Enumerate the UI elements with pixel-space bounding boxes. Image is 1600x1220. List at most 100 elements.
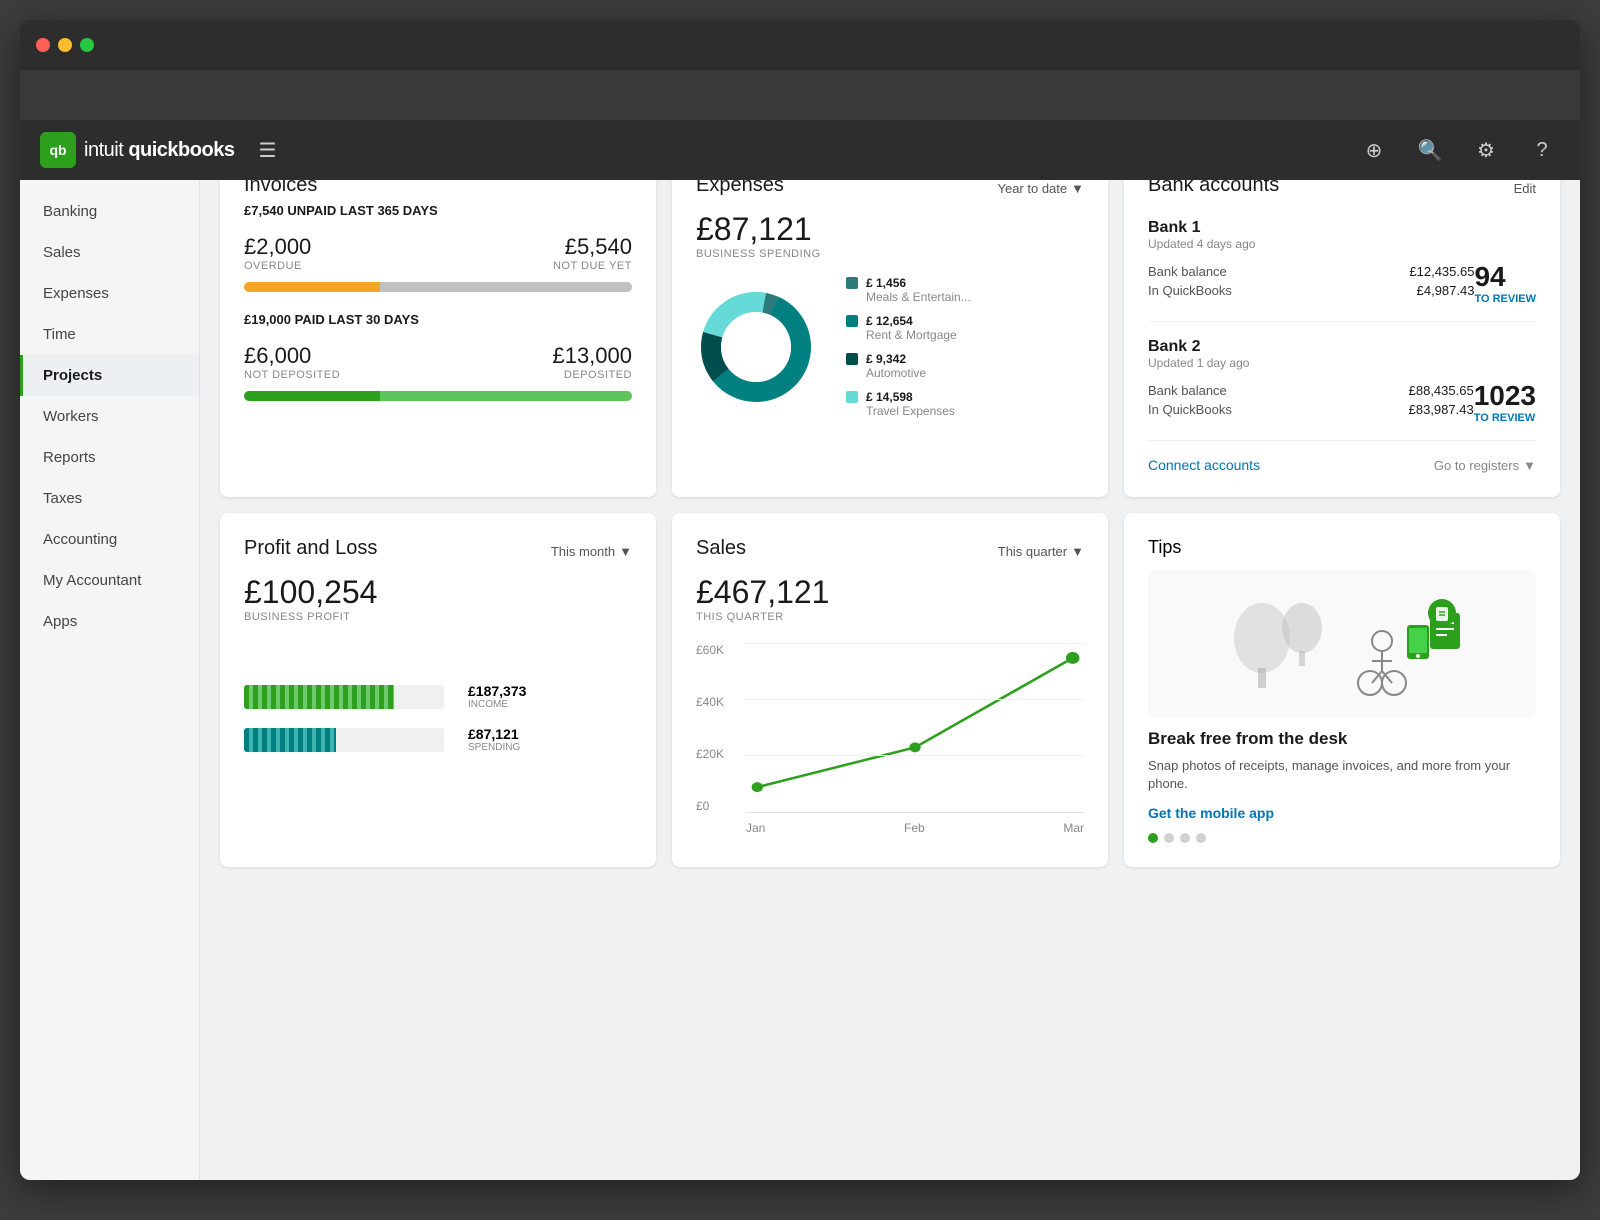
sales-header: Sales This quarter ▼ xyxy=(696,537,1084,566)
bank1-review-label[interactable]: TO REVIEW xyxy=(1474,293,1536,305)
tip-dot-3[interactable] xyxy=(1180,833,1190,843)
settings-icon[interactable]: ⚙ xyxy=(1468,132,1504,168)
bank2-review-count: 1023 xyxy=(1474,380,1536,412)
pnl-profit-label: BUSINESS PROFIT xyxy=(244,611,632,623)
sales-card: Sales This quarter ▼ £467,121 THIS QUART… xyxy=(672,513,1108,867)
deposited-bar-fill xyxy=(380,391,632,401)
unpaid-label: £7,540 UNPAID LAST 365 DAYS xyxy=(244,203,632,218)
sidebar-item-sales[interactable]: Sales xyxy=(20,232,199,273)
help-icon[interactable]: ? xyxy=(1524,132,1560,168)
not-deposited-bar-fill xyxy=(244,391,380,401)
sidebar-item-projects[interactable]: Projects xyxy=(20,355,199,396)
sidebar-item-taxes[interactable]: Taxes xyxy=(20,478,199,519)
expenses-sublabel: BUSINESS SPENDING xyxy=(696,248,1084,260)
invoice-overdue-row: £2,000 OVERDUE £5,540 NOT DUE YET xyxy=(244,234,632,278)
maximize-button[interactable] xyxy=(80,38,94,52)
income-bar-fill xyxy=(244,685,394,709)
tips-headline: Break free from the desk xyxy=(1148,729,1536,749)
overdue-progress-bar xyxy=(244,282,632,292)
tips-cta-link[interactable]: Get the mobile app xyxy=(1148,805,1536,821)
sidebar-item-banking[interactable]: Banking xyxy=(20,191,199,232)
grid-line-40k xyxy=(746,699,1084,700)
spending-label: SPENDING xyxy=(468,742,520,753)
close-button[interactable] xyxy=(36,38,50,52)
spending-amount: £87,121 xyxy=(468,726,520,742)
sidebar-item-time[interactable]: Time xyxy=(20,314,199,355)
go-registers-link[interactable]: Go to registers ▼ xyxy=(1434,458,1536,473)
bank1-section: Bank 1 Updated 4 days ago Bank balance £… xyxy=(1148,219,1536,322)
expenses-legend: £ 1,456 Meals & Entertain... £ 12,654 Re… xyxy=(846,276,1084,428)
expenses-content: £ 1,456 Meals & Entertain... £ 12,654 Re… xyxy=(696,276,1084,428)
bank2-section: Bank 2 Updated 1 day ago Bank balance £8… xyxy=(1148,338,1536,441)
paid-label: £19,000 PAID LAST 30 DAYS xyxy=(244,312,632,327)
sidebar-item-workers[interactable]: Workers xyxy=(20,396,199,437)
sidebar: Dashboard Banking Sales Expenses Time Pr… xyxy=(20,130,200,1180)
legend-dot-auto xyxy=(846,353,858,365)
add-icon[interactable]: ⊕ xyxy=(1356,132,1392,168)
pnl-title: Profit and Loss xyxy=(244,537,377,560)
tip-dot-2[interactable] xyxy=(1164,833,1174,843)
bank2-updated: Updated 1 day ago xyxy=(1148,356,1536,370)
legend-dot-meals xyxy=(846,277,858,289)
income-label: INCOME xyxy=(468,699,526,710)
pnl-bars: £187,373 INCOME xyxy=(244,683,632,753)
income-amount: £187,373 xyxy=(468,683,526,699)
sales-total: £467,121 xyxy=(696,574,1084,611)
tips-description: Snap photos of receipts, manage invoices… xyxy=(1148,757,1536,793)
chart-x-labels: Jan Feb Mar xyxy=(746,821,1084,835)
tip-dot-1[interactable] xyxy=(1148,833,1158,843)
bank-accounts-card: Bank accounts Edit Bank 1 Updated 4 days… xyxy=(1124,150,1560,497)
bank2-name: Bank 2 xyxy=(1148,338,1536,356)
expenses-filter-button[interactable]: Year to date ▼ xyxy=(997,181,1084,196)
bank1-review-count: 94 xyxy=(1474,261,1536,293)
notdue-bar-fill xyxy=(380,282,632,292)
overdue-bar-fill xyxy=(244,282,380,292)
expenses-total: £87,121 xyxy=(696,211,1084,248)
tips-title: Tips xyxy=(1148,537,1536,558)
bank-footer: Connect accounts Go to registers ▼ xyxy=(1148,457,1536,473)
sales-filter-button[interactable]: This quarter ▼ xyxy=(998,544,1084,559)
expenses-donut-chart xyxy=(696,287,826,417)
legend-item-travel: £ 14,598 Travel Expenses xyxy=(846,390,1084,418)
connect-accounts-link[interactable]: Connect accounts xyxy=(1148,457,1260,473)
deposited-progress-bar xyxy=(244,391,632,401)
bank2-review-label[interactable]: TO REVIEW xyxy=(1474,412,1536,424)
chevron-down-icon: ▼ xyxy=(619,544,632,559)
spending-bar-fill xyxy=(244,728,336,752)
tips-svg xyxy=(1212,583,1472,703)
bank1-info-row: Bank balance £12,435.65 In QuickBooks £4… xyxy=(1148,261,1536,305)
chart-y-labels: £60K £40K £20K £0 xyxy=(696,643,741,813)
sidebar-item-expenses[interactable]: Expenses xyxy=(20,273,199,314)
sidebar-item-reports[interactable]: Reports xyxy=(20,437,199,478)
pnl-header: Profit and Loss This month ▼ xyxy=(244,537,632,566)
bank1-name: Bank 1 xyxy=(1148,219,1536,237)
tip-dot-4[interactable] xyxy=(1196,833,1206,843)
edit-button[interactable]: Edit xyxy=(1514,181,1536,196)
bank1-balances: Bank balance £12,435.65 In QuickBooks £4… xyxy=(1148,264,1474,302)
minimize-button[interactable] xyxy=(58,38,72,52)
legend-dot-rent xyxy=(846,315,858,327)
qb-logo-icon: qb xyxy=(40,132,76,168)
bank1-review: 94 TO REVIEW xyxy=(1474,261,1536,305)
sidebar-item-my-accountant[interactable]: My Accountant xyxy=(20,560,199,601)
chevron-down-icon: ▼ xyxy=(1071,544,1084,559)
invoice-deposited-row: £6,000 NOT DEPOSITED £13,000 DEPOSITED xyxy=(244,343,632,387)
pnl-profit: £100,254 xyxy=(244,574,632,611)
sales-line-chart xyxy=(746,643,1084,812)
menu-icon[interactable]: ☰ xyxy=(250,130,284,171)
bank2-review: 1023 TO REVIEW xyxy=(1474,380,1536,424)
chevron-down-icon: ▼ xyxy=(1071,181,1084,196)
qb-logo-text: intuit quickbooks xyxy=(84,139,234,162)
qb-logo: qb intuit quickbooks xyxy=(40,132,234,168)
sidebar-item-apps[interactable]: Apps xyxy=(20,601,199,642)
search-icon[interactable]: 🔍 xyxy=(1412,132,1448,168)
legend-dot-travel xyxy=(846,391,858,403)
profit-loss-card: Profit and Loss This month ▼ £100,254 BU… xyxy=(220,513,656,867)
legend-item-meals: £ 1,456 Meals & Entertain... xyxy=(846,276,1084,304)
sidebar-item-accounting[interactable]: Accounting xyxy=(20,519,199,560)
pnl-filter-button[interactable]: This month ▼ xyxy=(551,544,632,559)
main-content: Invoices £7,540 UNPAID LAST 365 DAYS £2,… xyxy=(200,130,1580,1180)
legend-item-auto: £ 9,342 Automotive xyxy=(846,352,1084,380)
spending-bar-track xyxy=(244,728,444,752)
grid-line-20k xyxy=(746,755,1084,756)
